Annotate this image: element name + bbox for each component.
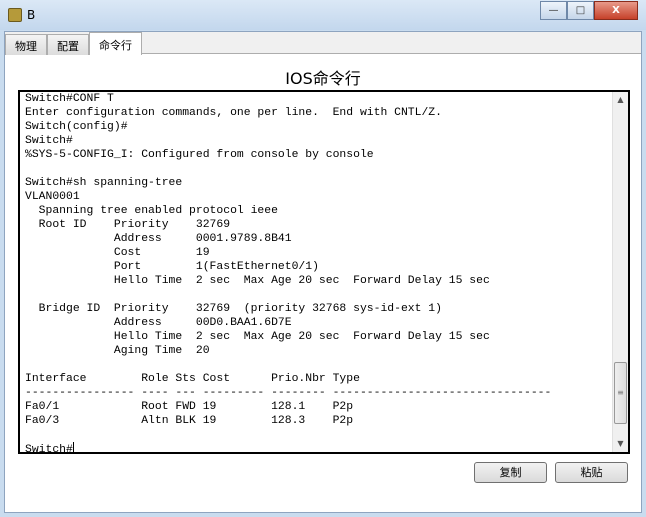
paste-button[interactable]: 粘贴 bbox=[555, 462, 628, 483]
scroll-thumb[interactable]: ≡ bbox=[614, 362, 627, 424]
vertical-scrollbar[interactable]: ▲ ≡ ▼ bbox=[612, 92, 628, 452]
terminal-line: Spanning tree enabled protocol ieee bbox=[25, 205, 278, 217]
scroll-up-icon[interactable]: ▲ bbox=[613, 92, 628, 108]
terminal-output[interactable]: Switch#CONF T Enter configuration command… bbox=[18, 90, 630, 454]
terminal-line: Address 00D0.BAA1.6D7E bbox=[25, 317, 292, 329]
terminal-line: Hello Time 2 sec Max Age 20 sec Forward … bbox=[25, 275, 490, 287]
terminal-lines: Switch#CONF T Enter configuration command… bbox=[25, 92, 552, 454]
terminal-line: Hello Time 2 sec Max Age 20 sec Forward … bbox=[25, 331, 490, 343]
terminal-line: Interface Role Sts Cost Prio.Nbr Type bbox=[25, 373, 360, 385]
copy-button[interactable]: 复制 bbox=[474, 462, 547, 483]
title-bar: B — □ X bbox=[0, 0, 646, 30]
terminal-line: Fa0/1 Root FWD 19 128.1 P2p bbox=[25, 401, 354, 413]
terminal-line: Port 1(FastEthernet0/1) bbox=[25, 261, 319, 273]
tab-physical[interactable]: 物理 bbox=[5, 34, 47, 55]
terminal-line: Switch# bbox=[25, 135, 73, 147]
main-panel: 物理 配置 命令行 IOS命令行 Switch#CONF T Enter conf… bbox=[4, 31, 642, 513]
terminal-line: Switch(config)# bbox=[25, 121, 128, 133]
terminal-line: ---------------- ---- --- --------- ----… bbox=[25, 387, 552, 399]
minimize-button[interactable]: — bbox=[540, 1, 567, 20]
terminal-line: Aging Time 20 bbox=[25, 345, 210, 357]
window-title: B bbox=[27, 8, 36, 22]
terminal-line: Cost 19 bbox=[25, 247, 210, 259]
tab-config[interactable]: 配置 bbox=[47, 34, 89, 55]
terminal-line: %SYS-5-CONFIG_I: Configured from console… bbox=[25, 149, 374, 161]
app-icon bbox=[8, 8, 22, 22]
text-cursor bbox=[72, 442, 74, 452]
tab-cli[interactable]: 命令行 bbox=[89, 32, 142, 55]
maximize-button[interactable]: □ bbox=[567, 1, 594, 20]
terminal-line: Switch#sh spanning-tree bbox=[25, 177, 183, 189]
tab-bar: 物理 配置 命令行 bbox=[5, 32, 641, 55]
terminal-line: Fa0/3 Altn BLK 19 128.3 P2p bbox=[25, 415, 354, 427]
terminal-line: Bridge ID Priority 32769 (priority 32768… bbox=[25, 303, 442, 315]
terminal-line: VLAN0001 bbox=[25, 191, 80, 203]
terminal-line: Switch#CONF T bbox=[25, 93, 114, 105]
terminal-line: Enter configuration commands, one per li… bbox=[25, 107, 442, 119]
terminal-prompt-line[interactable]: Switch# bbox=[25, 442, 551, 454]
scroll-down-icon[interactable]: ▼ bbox=[613, 436, 628, 452]
terminal-prompt: Switch# bbox=[25, 444, 73, 454]
terminal-line: Root ID Priority 32769 bbox=[25, 219, 231, 231]
panel-title: IOS命令行 bbox=[285, 69, 361, 88]
close-button[interactable]: X bbox=[594, 1, 638, 20]
terminal-line: Address 0001.9789.8B41 bbox=[25, 233, 292, 245]
